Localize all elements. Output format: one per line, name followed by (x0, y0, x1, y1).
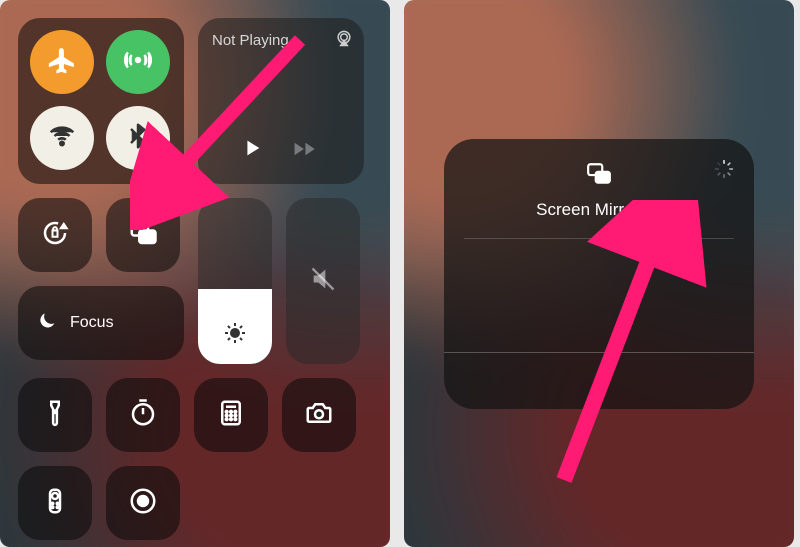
brightness-icon (223, 321, 247, 350)
wifi-icon (47, 121, 77, 156)
mute-icon (309, 265, 337, 298)
volume-slider[interactable] (286, 198, 360, 364)
calculator-button[interactable] (194, 378, 268, 452)
divider (464, 238, 734, 239)
flashlight-icon (40, 398, 70, 433)
bluetooth-icon (123, 121, 153, 156)
airplay-icon[interactable] (334, 28, 354, 53)
timer-icon (128, 398, 158, 433)
brightness-slider[interactable] (198, 198, 272, 364)
screen-mirroring-panel[interactable]: Screen Mirroring (444, 139, 754, 409)
rotation-lock-icon (40, 218, 70, 253)
tv-remote-button[interactable] (18, 466, 92, 540)
cellular-icon (123, 45, 153, 80)
calculator-icon (216, 398, 246, 433)
rotation-lock-button[interactable] (18, 198, 92, 272)
airplane-mode-toggle[interactable] (30, 30, 94, 94)
play-icon[interactable] (241, 137, 263, 166)
focus-label: Focus (70, 314, 114, 332)
control-center-screenshot: Not Playing (0, 0, 390, 547)
cellular-data-toggle[interactable] (106, 30, 170, 94)
tv-remote-icon (40, 486, 70, 521)
focus-button[interactable]: Focus (18, 286, 184, 360)
moon-icon (36, 310, 58, 337)
screen-mirroring-icon (128, 218, 158, 253)
screen-mirroring-screenshot: Screen Mirroring (404, 0, 794, 547)
forward-icon[interactable] (293, 139, 321, 165)
screen-mirroring-title: Screen Mirroring (536, 200, 662, 220)
screen-mirroring-icon (582, 161, 616, 192)
screen-record-button[interactable] (106, 466, 180, 540)
divider (444, 352, 754, 353)
screen-record-icon (128, 486, 158, 521)
bluetooth-toggle[interactable] (106, 106, 170, 170)
now-playing-title: Not Playing (212, 32, 350, 49)
airplane-icon (47, 45, 77, 80)
now-playing-tile[interactable]: Not Playing (198, 18, 364, 184)
wifi-toggle[interactable] (30, 106, 94, 170)
screen-mirroring-button[interactable] (106, 198, 180, 272)
connectivity-group[interactable] (18, 18, 184, 184)
timer-button[interactable] (106, 378, 180, 452)
camera-button[interactable] (282, 378, 356, 452)
camera-icon (304, 398, 334, 433)
flashlight-button[interactable] (18, 378, 92, 452)
loading-spinner-icon (714, 159, 734, 184)
